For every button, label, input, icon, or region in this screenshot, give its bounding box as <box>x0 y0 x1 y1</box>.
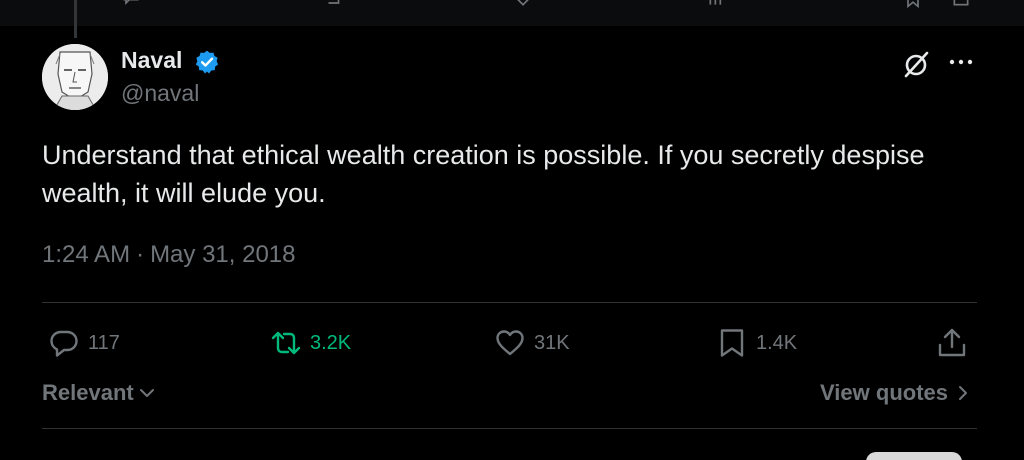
tweet-text: Understand that ethical wealth creation … <box>42 140 925 208</box>
repost-icon <box>271 331 301 355</box>
next-section-button-partial[interactable] <box>866 452 962 460</box>
like-count: 31K <box>534 331 570 354</box>
share-button[interactable] <box>936 326 968 360</box>
divider-top <box>42 302 977 303</box>
grok-icon[interactable] <box>900 48 932 80</box>
view-quotes-label: View quotes <box>820 380 948 405</box>
previous-reply-icon[interactable] <box>118 0 144 8</box>
more-icon[interactable] <box>946 50 976 74</box>
tweet-timestamp[interactable]: 1:24 AM · May 31, 2018 <box>42 241 296 269</box>
repost-button[interactable]: 3.2K <box>270 326 351 360</box>
reply-count: 117 <box>88 331 120 354</box>
tweet-detail-page: Naval @naval Understand that ethical wea… <box>0 0 1024 460</box>
previous-repost-icon[interactable] <box>318 0 344 8</box>
chevron-down-icon <box>139 389 154 397</box>
tweet-date: May 31, 2018 <box>150 241 296 268</box>
previous-like-icon[interactable] <box>510 0 536 8</box>
bookmark-icon <box>720 329 744 357</box>
sort-relevant-dropdown[interactable]: Relevant <box>42 380 156 406</box>
previous-share-icon[interactable] <box>948 0 974 8</box>
share-icon <box>938 328 966 357</box>
author-name[interactable]: Naval <box>121 47 182 74</box>
reply-button[interactable]: 117 <box>48 326 120 360</box>
author-handle[interactable]: @naval <box>121 80 199 107</box>
tweet-time: 1:24 AM <box>42 241 131 268</box>
avatar-sketch-image <box>42 44 108 110</box>
repost-count: 3.2K <box>310 331 352 354</box>
previous-tweet-action-bar <box>0 0 1024 26</box>
previous-views-icon[interactable] <box>704 0 730 8</box>
verified-badge-icon <box>195 50 219 74</box>
like-icon <box>496 330 524 356</box>
bookmark-button[interactable]: 1.4K <box>716 326 797 360</box>
chevron-right-icon <box>959 386 967 400</box>
reply-icon <box>50 330 78 357</box>
bookmark-count: 1.4K <box>756 331 798 354</box>
thread-connector-line <box>74 0 77 38</box>
divider-bottom <box>42 428 977 429</box>
sort-label: Relevant <box>42 380 134 405</box>
like-button[interactable]: 31K <box>494 326 570 360</box>
avatar[interactable] <box>42 44 108 110</box>
timestamp-separator: · <box>136 241 145 268</box>
view-quotes-link[interactable]: View quotes <box>820 380 972 406</box>
previous-bookmark-icon[interactable] <box>900 0 926 8</box>
